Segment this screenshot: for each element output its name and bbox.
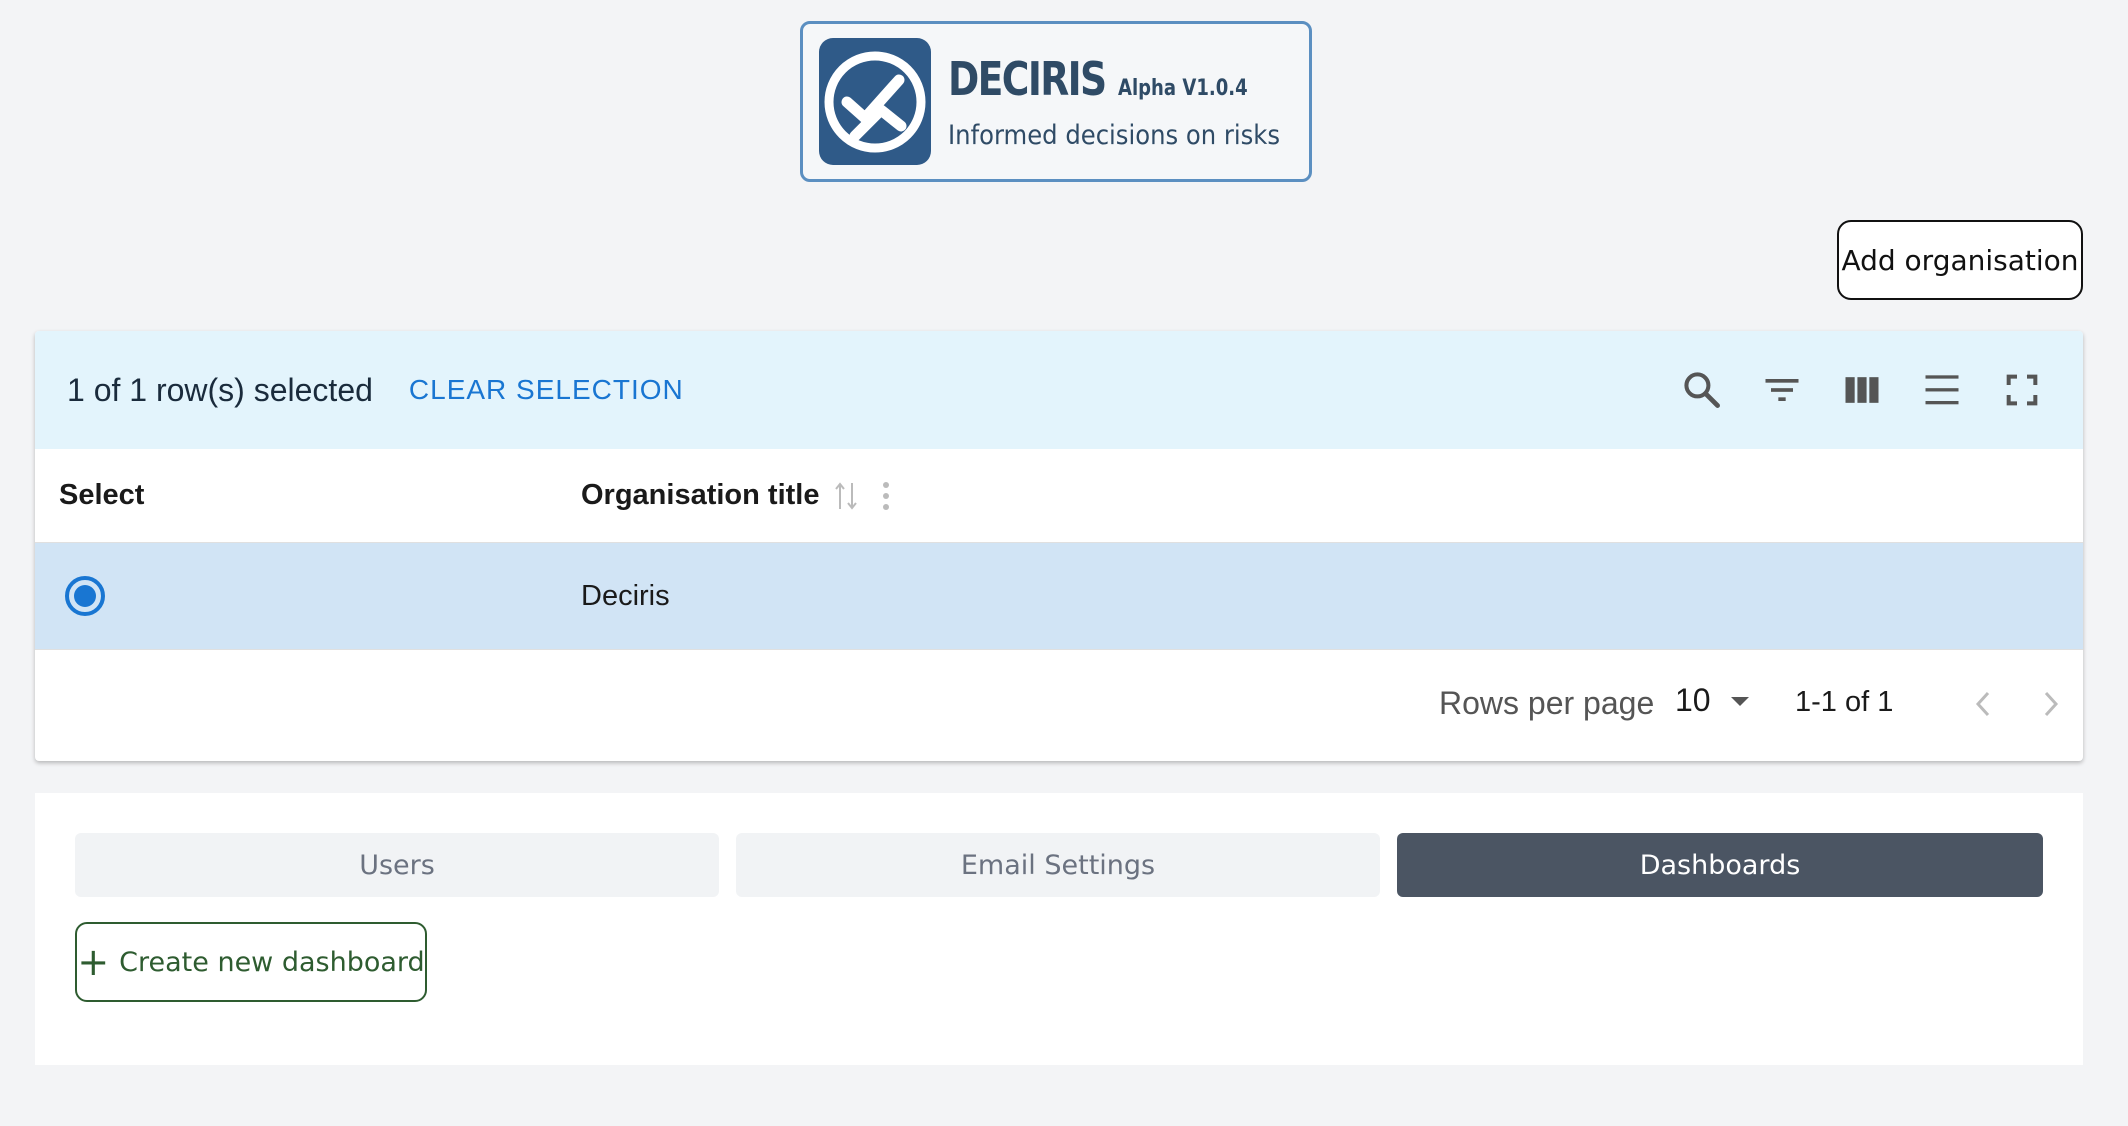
logo-version: Alpha V1.0.4: [1118, 76, 1248, 101]
selection-toolbar: 1 of 1 row(s) selected CLEAR SELECTION: [35, 331, 2083, 449]
caret-down-icon: [1729, 694, 1751, 708]
logo-title: DECIRIS: [948, 52, 1107, 106]
fullscreen-icon[interactable]: [1996, 364, 2048, 416]
table-header-row: Select Organisation title: [35, 449, 2083, 543]
organisation-details-panel: Users Email Settings Dashboards + Create…: [35, 793, 2083, 1065]
column-header-organisation-title[interactable]: Organisation title: [581, 479, 891, 513]
columns-icon[interactable]: [1836, 364, 1888, 416]
filter-icon[interactable]: [1756, 364, 1808, 416]
create-new-dashboard-button[interactable]: + Create new dashboard: [75, 922, 427, 1002]
deciris-logo-icon: [819, 38, 931, 165]
next-page-button[interactable]: [2031, 682, 2071, 726]
column-header-select: Select: [59, 479, 145, 511]
add-organisation-button[interactable]: Add organisation: [1837, 220, 2083, 300]
app-logo: DECIRIS Alpha V1.0.4 Informed decisions …: [800, 21, 1312, 182]
plus-icon: +: [77, 940, 110, 984]
tab-dashboards[interactable]: Dashboards: [1397, 833, 2043, 897]
rows-per-page-select[interactable]: 10: [1675, 682, 1751, 719]
previous-page-button[interactable]: [1963, 682, 2003, 726]
organisation-title-cell: Deciris: [581, 579, 670, 612]
clear-selection-button[interactable]: CLEAR SELECTION: [409, 374, 684, 406]
search-icon[interactable]: [1676, 364, 1728, 416]
rows-per-page-label: Rows per page: [1439, 685, 1655, 721]
pagination: Rows per page 10 1-1 of 1: [35, 650, 2083, 760]
selection-count: 1 of 1 row(s) selected: [67, 371, 373, 408]
tab-users[interactable]: Users: [75, 833, 719, 897]
table-row[interactable]: Deciris: [35, 543, 2083, 650]
table-toolbar-icons: [1648, 331, 2048, 449]
row-select-radio[interactable]: [65, 576, 105, 616]
pagination-range: 1-1 of 1: [1795, 686, 1894, 718]
column-menu-icon[interactable]: [881, 479, 891, 513]
organisations-table: 1 of 1 row(s) selected CLEAR SELECTION S…: [35, 331, 2083, 761]
density-icon[interactable]: [1916, 364, 1968, 416]
logo-tagline: Informed decisions on risks: [948, 120, 1281, 151]
sort-icon[interactable]: [833, 479, 859, 513]
tab-email-settings[interactable]: Email Settings: [736, 833, 1380, 897]
